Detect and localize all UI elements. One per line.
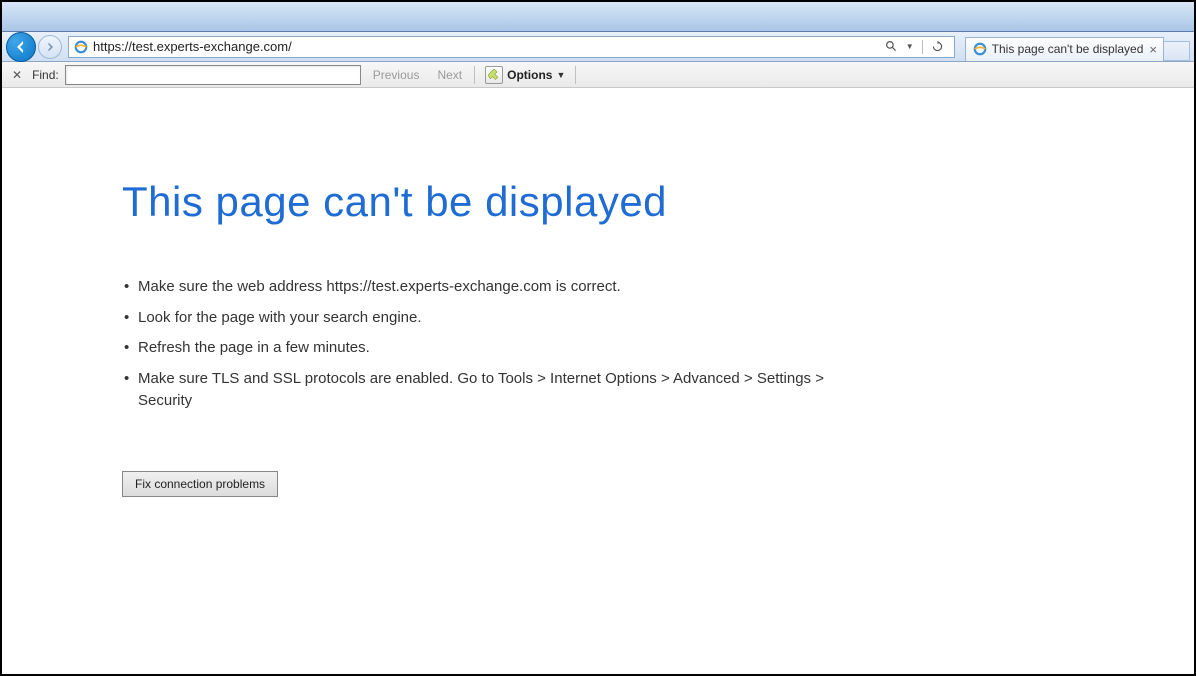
find-label: Find: bbox=[32, 68, 59, 82]
back-button[interactable] bbox=[6, 32, 36, 62]
search-icon[interactable] bbox=[885, 40, 898, 53]
page-content: This page can't be displayed Make sure t… bbox=[2, 88, 1194, 674]
options-label: Options bbox=[507, 68, 552, 82]
fix-connection-button[interactable]: Fix connection problems bbox=[122, 471, 278, 497]
highlight-icon bbox=[485, 66, 503, 84]
close-icon[interactable]: × bbox=[1149, 42, 1157, 57]
window-title-bar bbox=[2, 2, 1194, 32]
tab-strip: This page can't be displayed × bbox=[965, 33, 1190, 61]
find-input[interactable] bbox=[65, 65, 361, 85]
chevron-down-icon: ▼ bbox=[556, 70, 565, 80]
navigation-bar: https://test.experts-exchange.com/ ▼ Thi… bbox=[2, 32, 1194, 62]
list-item: Refresh the page in a few minutes. bbox=[122, 337, 842, 360]
separator bbox=[922, 40, 923, 54]
url-text[interactable]: https://test.experts-exchange.com/ bbox=[93, 39, 879, 54]
forward-button[interactable] bbox=[38, 35, 62, 59]
find-options-button[interactable]: Options ▼ bbox=[481, 66, 569, 84]
error-suggestion-list: Make sure the web address https://test.e… bbox=[122, 276, 842, 413]
find-next-button[interactable]: Next bbox=[431, 68, 468, 82]
find-previous-button[interactable]: Previous bbox=[367, 68, 426, 82]
error-heading: This page can't be displayed bbox=[122, 178, 1194, 226]
ie-logo-icon bbox=[972, 41, 988, 57]
separator bbox=[575, 66, 576, 84]
list-item: Look for the page with your search engin… bbox=[122, 307, 842, 330]
tab-current[interactable]: This page can't be displayed × bbox=[965, 37, 1164, 61]
close-icon[interactable]: ✕ bbox=[8, 68, 26, 82]
refresh-icon[interactable] bbox=[931, 40, 944, 53]
tab-title: This page can't be displayed bbox=[992, 42, 1144, 56]
ie-logo-icon bbox=[73, 39, 89, 55]
search-dropdown-icon[interactable]: ▼ bbox=[906, 42, 914, 51]
list-item: Make sure the web address https://test.e… bbox=[122, 276, 842, 299]
list-item: Make sure TLS and SSL protocols are enab… bbox=[122, 368, 842, 413]
new-tab-button[interactable] bbox=[1164, 41, 1190, 61]
find-bar: ✕ Find: Previous Next Options ▼ bbox=[2, 62, 1194, 88]
separator bbox=[474, 66, 475, 84]
address-bar[interactable]: https://test.experts-exchange.com/ ▼ bbox=[68, 36, 955, 58]
